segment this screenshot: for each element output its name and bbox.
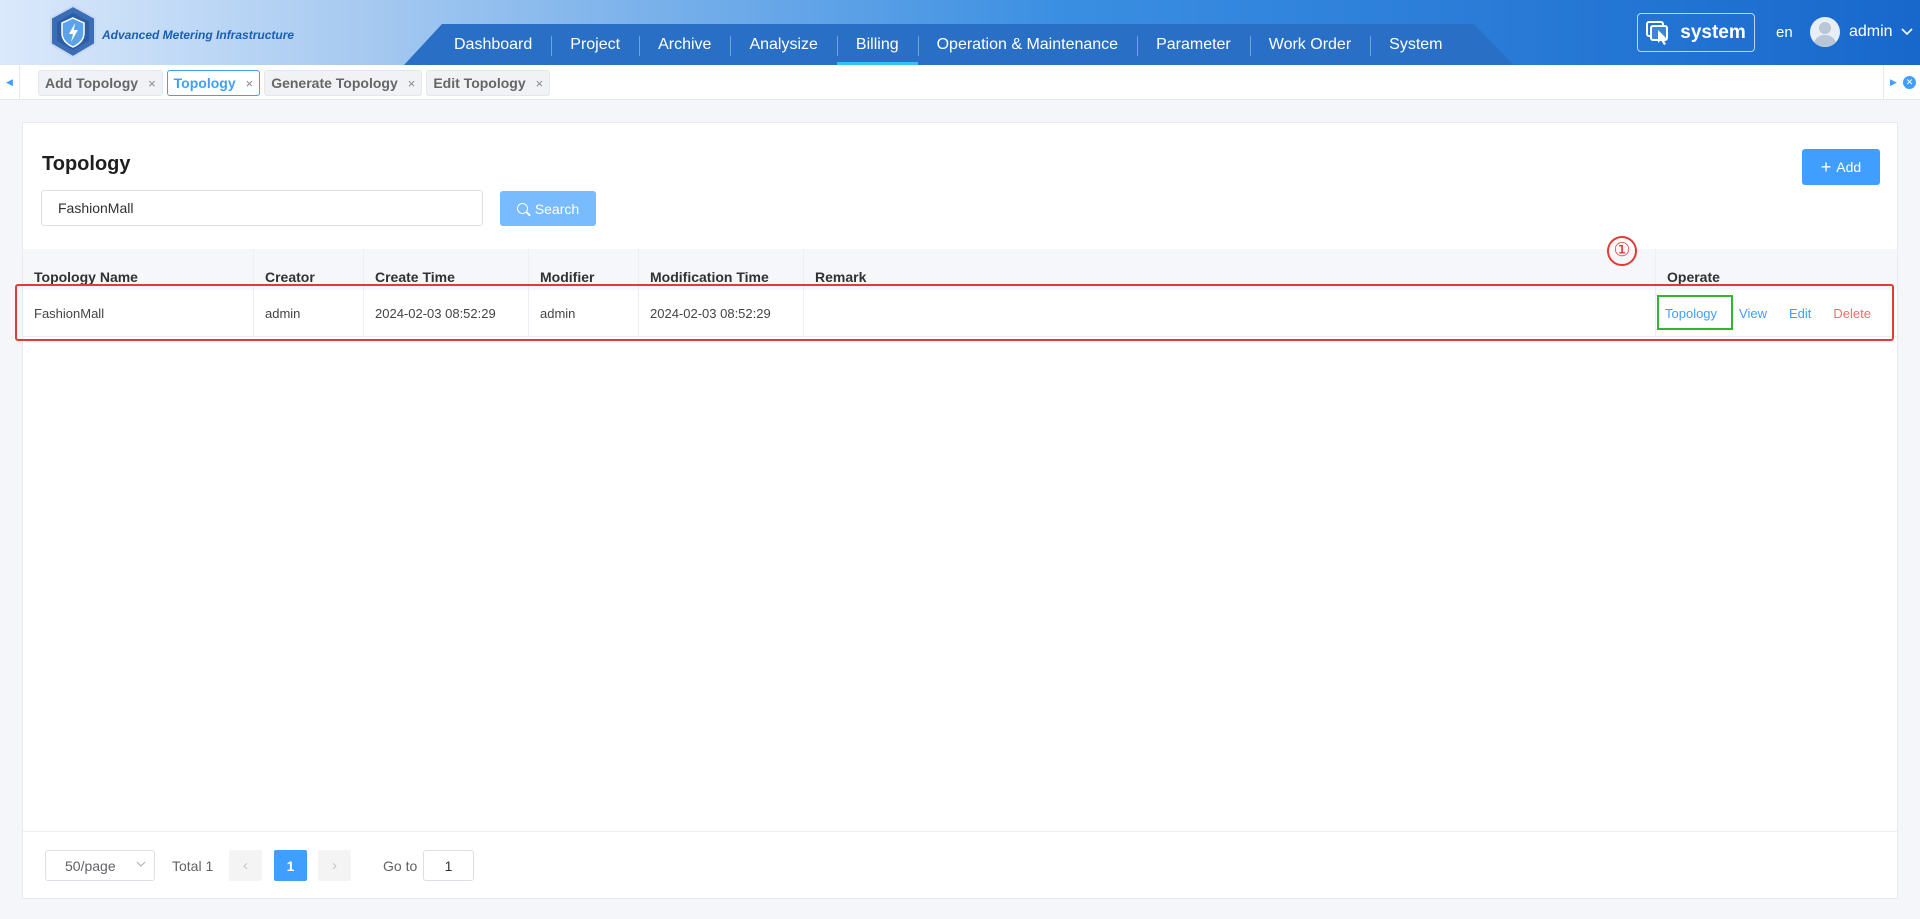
search-icon xyxy=(516,203,528,214)
page-size-select[interactable]: 50/page xyxy=(45,850,155,881)
app-logo xyxy=(44,3,102,61)
close-icon[interactable]: × xyxy=(536,76,544,91)
column-header-remark: Remark xyxy=(804,249,1656,290)
avatar xyxy=(1810,17,1840,47)
system-switch-button[interactable]: system xyxy=(1637,13,1755,52)
cell-modifier: admin xyxy=(529,290,639,336)
tab-bar: ◀ Add Topology × Topology × Generate Topol… xyxy=(0,65,1920,100)
column-header-modifier: Modifier xyxy=(529,249,639,290)
close-icon[interactable]: × xyxy=(148,76,156,91)
topology-link[interactable]: Topology xyxy=(1665,306,1717,321)
app-title: Advanced Metering Infrastructure xyxy=(102,28,295,42)
nav-item-dashboard[interactable]: Dashboard xyxy=(435,24,551,65)
page-size-value: 50/page xyxy=(65,857,116,874)
view-link[interactable]: View xyxy=(1739,306,1767,321)
tab-scroll-left-icon[interactable]: ◀ xyxy=(0,65,20,100)
page-title: Topology xyxy=(42,153,131,175)
cell-modification-time: 2024-02-03 08:52:29 xyxy=(639,290,804,336)
delete-link[interactable]: Delete xyxy=(1833,306,1871,321)
nav-item-project[interactable]: Project xyxy=(551,24,639,65)
tab-label: Edit Topology xyxy=(433,75,526,91)
language-switch[interactable]: en xyxy=(1776,24,1793,41)
step-marker: ① xyxy=(1607,236,1637,266)
pagination-divider xyxy=(23,831,1897,832)
column-header-topology-name: Topology Name xyxy=(23,249,254,290)
chevron-down-icon xyxy=(1901,25,1913,39)
table-row: FashionMall admin 2024-02-03 08:52:29 ad… xyxy=(23,290,1897,337)
tab-label: Add Topology xyxy=(45,75,139,91)
system-cursor-icon xyxy=(1646,20,1672,45)
goto-label: Go to xyxy=(383,858,418,874)
nav-item-parameter[interactable]: Parameter xyxy=(1137,24,1250,65)
add-label: Add xyxy=(1836,159,1862,175)
open-tabs: Add Topology × Topology × Generate Topolog… xyxy=(38,70,554,96)
tab-edit-topology[interactable]: Edit Topology × xyxy=(426,70,551,96)
tab-scroll-right-icon[interactable]: ▶ xyxy=(1883,65,1903,100)
search-input[interactable] xyxy=(41,190,483,226)
top-header: Advanced Metering Infrastructure Dashboa… xyxy=(0,0,1920,65)
system-label: system xyxy=(1680,21,1746,43)
column-header-creator: Creator xyxy=(254,249,364,290)
column-header-operate: Operate xyxy=(1667,268,1720,285)
tab-generate-topology[interactable]: Generate Topology × xyxy=(264,70,423,96)
nav-item-billing[interactable]: Billing xyxy=(836,24,918,65)
tab-topology[interactable]: Topology × xyxy=(166,70,261,96)
nav-item-work-order[interactable]: Work Order xyxy=(1249,24,1370,65)
plus-icon: + xyxy=(1820,157,1832,177)
tab-add-topology[interactable]: Add Topology × xyxy=(38,70,163,96)
edit-link[interactable]: Edit xyxy=(1789,306,1811,321)
next-page-button[interactable]: › xyxy=(318,850,351,881)
total-count: Total 1 xyxy=(172,858,214,874)
column-header-create-time: Create Time xyxy=(364,249,529,290)
column-header-modification-time: Modification Time xyxy=(639,249,804,290)
page-number-current[interactable]: 1 xyxy=(274,850,307,881)
cell-remark xyxy=(804,290,1656,336)
cell-create-time: 2024-02-03 08:52:29 xyxy=(364,290,529,336)
cell-operate: Topology View Edit Delete xyxy=(1656,290,1897,336)
main-nav: Dashboard Project Archive Analysize Bill… xyxy=(435,24,1462,65)
nav-item-operation-maintenance[interactable]: Operation & Maintenance xyxy=(917,24,1137,65)
close-all-tabs-icon[interactable]: ✕ xyxy=(1903,76,1916,89)
close-icon[interactable]: × xyxy=(408,76,416,91)
nav-item-archive[interactable]: Archive xyxy=(639,24,730,65)
nav-item-analysize[interactable]: Analysize xyxy=(730,24,836,65)
cell-topology-name: FashionMall xyxy=(23,290,254,336)
prev-page-button[interactable]: ‹ xyxy=(229,850,262,881)
nav-item-system[interactable]: System xyxy=(1370,24,1461,65)
search-button[interactable]: Search xyxy=(500,191,596,226)
cell-creator: admin xyxy=(254,290,364,336)
user-name: admin xyxy=(1849,23,1893,40)
search-label: Search xyxy=(534,200,580,217)
close-icon[interactable]: × xyxy=(246,76,254,91)
chevron-down-icon xyxy=(136,859,146,872)
tab-label: Topology xyxy=(173,75,236,91)
tab-label: Generate Topology xyxy=(271,75,398,91)
user-menu[interactable]: admin xyxy=(1810,17,1913,47)
goto-page-input[interactable] xyxy=(423,850,474,881)
add-button[interactable]: + Add xyxy=(1802,149,1880,185)
